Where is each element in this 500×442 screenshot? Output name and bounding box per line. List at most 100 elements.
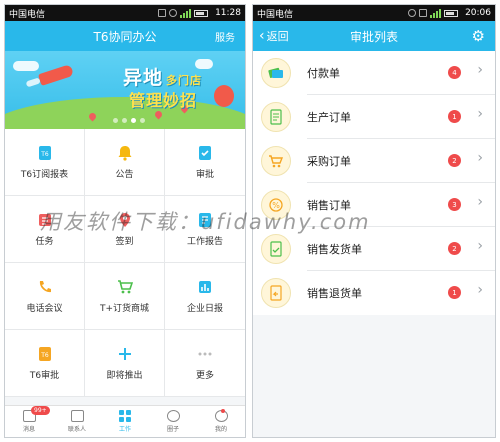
clock: 11:28 bbox=[215, 8, 241, 18]
banner-subline: 管理妙招 bbox=[129, 91, 198, 110]
chevron-right-icon: › bbox=[477, 62, 483, 78]
grid-item-approval[interactable]: 审批 bbox=[165, 129, 245, 196]
grid-item-t6-approval[interactable]: T6 T6审批 bbox=[5, 330, 85, 397]
grid-item-coming-soon[interactable]: 即将推出 bbox=[85, 330, 165, 397]
list-item-payment[interactable]: 付款单 4 › bbox=[253, 51, 495, 95]
grid-item-subscription-report[interactable]: T6 T6订阅报表 bbox=[5, 129, 85, 196]
tab-work[interactable]: 工作 bbox=[101, 406, 149, 437]
plus-icon bbox=[117, 346, 133, 362]
chevron-right-icon: › bbox=[477, 194, 483, 210]
circle-icon bbox=[166, 410, 180, 422]
grid-item-label: 企业日报 bbox=[186, 303, 223, 314]
tab-me[interactable]: 我的 bbox=[197, 406, 245, 437]
count-badge: 2 bbox=[448, 242, 461, 255]
grid-item-work-report[interactable]: 工作报告 bbox=[165, 196, 245, 263]
work-grid-icon bbox=[118, 410, 132, 422]
banner-tag bbox=[214, 85, 234, 107]
production-order-icon bbox=[261, 102, 291, 132]
tab-label: 联系人 bbox=[67, 426, 86, 433]
tab-contacts[interactable]: 联系人 bbox=[53, 406, 101, 437]
chevron-right-icon: › bbox=[477, 106, 483, 122]
list-item-sales-return[interactable]: 销售退货单 1 › bbox=[253, 271, 495, 315]
page-dot[interactable] bbox=[140, 118, 145, 123]
page-title: T6协同办公 bbox=[93, 29, 157, 44]
list-item-label: 生产订单 bbox=[307, 95, 495, 139]
list-item-label: 付款单 bbox=[307, 51, 495, 95]
svg-text:%: % bbox=[272, 201, 280, 210]
clock: 20:06 bbox=[465, 8, 491, 18]
grid-item-task[interactable]: 任务 bbox=[5, 196, 85, 263]
alarm-icon bbox=[408, 9, 417, 17]
grid-item-label: T+订货商城 bbox=[99, 303, 150, 314]
status-bar: 中国电信 20:06 bbox=[253, 5, 495, 21]
tab-label: 圈子 bbox=[166, 426, 179, 433]
purchase-order-icon bbox=[261, 146, 291, 176]
page-dot-active[interactable] bbox=[131, 118, 136, 123]
page-dot[interactable] bbox=[122, 118, 127, 123]
tab-messages[interactable]: 99+ 消息 bbox=[5, 406, 53, 437]
list-item-label: 采购订单 bbox=[307, 139, 495, 183]
grid-item-announcement[interactable]: 公告 bbox=[85, 129, 165, 196]
app-header: T6协同办公 服务 bbox=[5, 21, 245, 51]
carrier-label: 中国电信 bbox=[257, 9, 294, 20]
unread-dot bbox=[221, 409, 225, 413]
chevron-right-icon: › bbox=[477, 150, 483, 166]
banner-pagination bbox=[113, 118, 145, 123]
grid-item-label: T6审批 bbox=[29, 370, 60, 381]
grid-item-label: T6订阅报表 bbox=[20, 169, 69, 180]
grid-item-label: 任务 bbox=[35, 236, 54, 247]
wifi-icon bbox=[419, 9, 428, 17]
rocket-icon bbox=[37, 64, 75, 86]
page-title: 审批列表 bbox=[349, 29, 398, 44]
list-item-purchase-order[interactable]: 采购订单 2 › bbox=[253, 139, 495, 183]
list-item-production-order[interactable]: 生产订单 1 › bbox=[253, 95, 495, 139]
battery-icon bbox=[444, 9, 459, 17]
signal-icon bbox=[430, 8, 442, 18]
back-label: 返回 bbox=[266, 30, 289, 43]
grid-item-more[interactable]: 更多 bbox=[165, 330, 245, 397]
grid-item-label: 即将推出 bbox=[106, 370, 143, 381]
work-report-icon bbox=[197, 212, 213, 228]
list-item-label: 销售退货单 bbox=[307, 287, 362, 300]
svg-text:T6: T6 bbox=[40, 352, 49, 359]
count-badge: 1 bbox=[448, 286, 461, 299]
bottom-tab-bar: 99+ 消息 联系人 工作 圈子 我的 bbox=[5, 405, 245, 437]
service-button[interactable]: 服务 bbox=[215, 29, 235, 44]
grid-item-label: 更多 bbox=[195, 370, 214, 381]
promo-banner[interactable]: 异地 多门店 管理妙招 bbox=[5, 51, 245, 129]
app-header: ‹ 返回 审批列表 ⚙ bbox=[253, 21, 495, 51]
chevron-right-icon: › bbox=[477, 282, 483, 298]
grid-item-conference-call[interactable]: 电话会议 bbox=[5, 263, 85, 330]
status-icons: 20:06 bbox=[293, 8, 491, 18]
banner-headline: 异地 多门店 bbox=[123, 63, 202, 90]
list-item-sales-order[interactable]: % 销售订单 3 › bbox=[253, 183, 495, 227]
count-badge: 1 bbox=[448, 110, 461, 123]
grid-item-label: 电话会议 bbox=[26, 303, 63, 314]
svg-text:T6: T6 bbox=[40, 151, 49, 158]
grid-item-label: 签到 bbox=[115, 236, 134, 247]
count-badge: 2 bbox=[448, 154, 461, 167]
back-button[interactable]: ‹ 返回 bbox=[259, 28, 289, 44]
tab-circle[interactable]: 圈子 bbox=[149, 406, 197, 437]
more-icon bbox=[197, 346, 213, 362]
message-badge: 99+ bbox=[31, 406, 50, 415]
grid-item-order-mall[interactable]: T+订货商城 bbox=[85, 263, 165, 330]
report-icon: T6 bbox=[37, 145, 53, 161]
tab-label: 我的 bbox=[214, 426, 227, 433]
left-phone-screen: 中国电信 11:28 T6协同办公 服务 异地 多门店 管理妙招 T6 T6订阅报… bbox=[4, 4, 246, 438]
status-bar: 中国电信 11:28 bbox=[5, 5, 245, 21]
page-dot[interactable] bbox=[113, 118, 118, 123]
banner-hill bbox=[5, 97, 245, 129]
battery-icon bbox=[194, 9, 209, 17]
checkin-icon bbox=[117, 212, 133, 228]
feature-grid: T6 T6订阅报表 公告 审批 任务 签到 工作报告 电话会议 T+订货商城 企… bbox=[5, 129, 245, 397]
grid-item-daily-report[interactable]: 企业日报 bbox=[165, 263, 245, 330]
grid-item-label: 公告 bbox=[115, 169, 134, 180]
banner-headline-text: 异地 bbox=[123, 67, 164, 89]
grid-item-checkin[interactable]: 签到 bbox=[85, 196, 165, 263]
banner-headline-small: 多门店 bbox=[166, 74, 203, 87]
list-item-sales-delivery[interactable]: 销售发货单 2 › bbox=[253, 227, 495, 271]
sales-delivery-icon bbox=[261, 234, 291, 264]
signal-icon bbox=[180, 8, 192, 18]
gear-icon[interactable]: ⚙ bbox=[472, 28, 485, 44]
